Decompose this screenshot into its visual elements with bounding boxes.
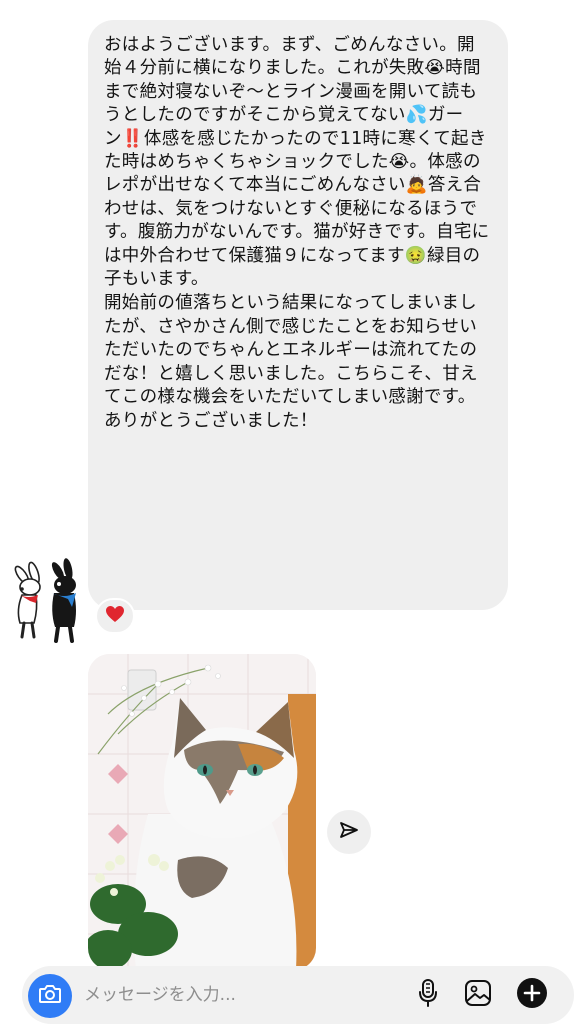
camera-icon [38, 984, 62, 1008]
message-input[interactable] [84, 980, 394, 1010]
white-dog-icon [14, 561, 41, 639]
gallery-icon [463, 978, 493, 1012]
microphone-icon [417, 978, 439, 1012]
microphone-button[interactable] [412, 979, 444, 1011]
message-paragraph-2: 開始前の値落ちという結果になってしまいましたが、さやかさん側で感じたことをお知ら… [104, 293, 478, 431]
message-composer [22, 966, 574, 1024]
black-dog-icon [51, 558, 76, 643]
message-paragraph-1: おはようございます。まず、ごめんなさい。開始４分前に横になりました。これが失敗😭… [104, 35, 490, 290]
avatar[interactable] [8, 555, 88, 645]
paper-plane-icon [339, 820, 359, 844]
red-heart-icon [105, 605, 125, 627]
reaction-badge[interactable] [95, 598, 135, 634]
plus-circle-icon [516, 977, 548, 1013]
add-button[interactable] [516, 977, 548, 1013]
message-bubble[interactable]: おはようございます。まず、ごめんなさい。開始４分前に横になりました。これが失敗😭… [88, 20, 508, 610]
gallery-button[interactable] [462, 979, 494, 1011]
chat-thread: おはようございます。まず、ごめんなさい。開始４分前に横になりました。これが失敗😭… [0, 0, 576, 1024]
share-button[interactable] [327, 810, 371, 854]
camera-button[interactable] [28, 974, 72, 1018]
shared-photo[interactable] [88, 654, 316, 970]
